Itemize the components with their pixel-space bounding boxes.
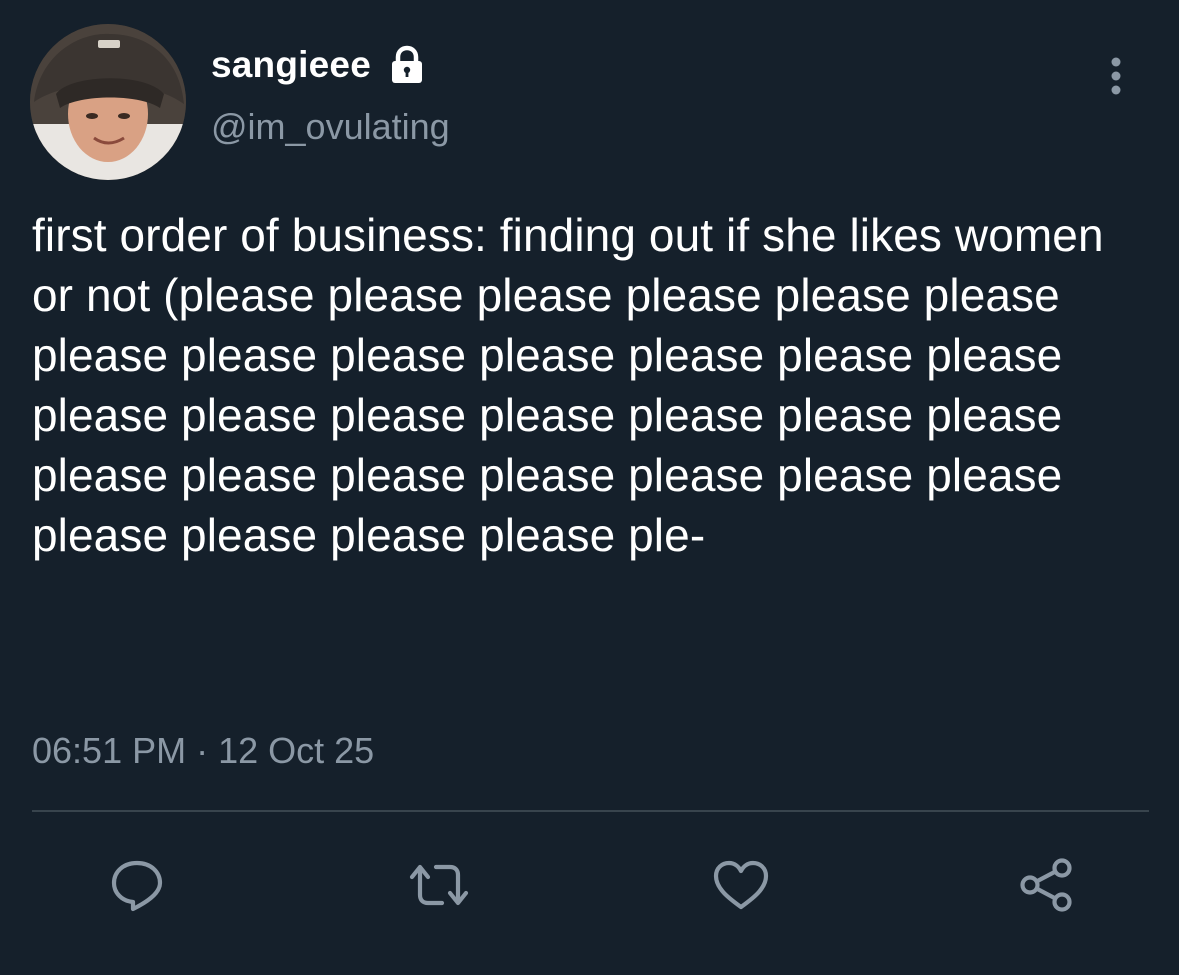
author-name-row: sangieee <box>211 40 425 90</box>
divider <box>32 810 1149 812</box>
tweet-timestamp[interactable]: 06:51 PM · 12 Oct 25 <box>32 730 374 772</box>
lock-icon <box>389 45 425 85</box>
heart-icon <box>713 860 769 910</box>
display-name[interactable]: sangieee <box>211 44 371 86</box>
like-button[interactable] <box>706 850 776 920</box>
share-icon <box>1020 858 1072 912</box>
retweet-button[interactable] <box>404 850 474 920</box>
tweet-time: 06:51 PM <box>32 730 187 771</box>
reply-button[interactable] <box>102 850 172 920</box>
retweet-icon <box>409 864 469 906</box>
share-button[interactable] <box>1010 850 1080 920</box>
meta-separator: · <box>196 730 209 771</box>
action-bar <box>0 850 1179 920</box>
avatar[interactable] <box>30 24 186 180</box>
profile-avatar <box>30 24 186 180</box>
user-handle[interactable]: @im_ovulating <box>211 106 450 148</box>
tweet-date: 12 Oct 25 <box>218 730 375 771</box>
tweet-card: sangieee @im_ovulating first order of bu… <box>0 0 1179 975</box>
tweet-text: first order of business: finding out if … <box>32 209 1104 561</box>
more-options-icon[interactable] <box>1096 54 1136 98</box>
reply-icon <box>111 860 163 912</box>
